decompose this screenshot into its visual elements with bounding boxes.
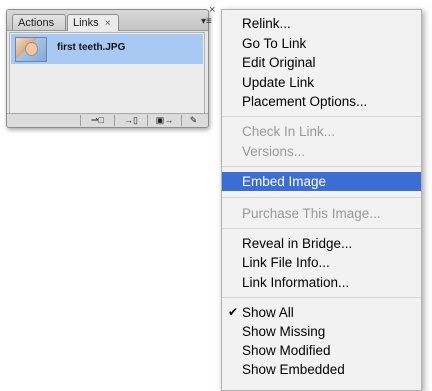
panel-tab-bar: Actions Links × [7, 10, 208, 31]
menu-item-show-missing[interactable]: Show Missing [222, 322, 421, 341]
menu-item-reveal-in-bridge[interactable]: Reveal in Bridge... [222, 234, 421, 253]
go-to-link-icon[interactable]: →▯ [114, 115, 147, 126]
menu-item-show-embedded[interactable]: Show Embedded [222, 360, 421, 379]
menu-item-relink[interactable]: Relink... [222, 14, 421, 33]
panel-footer: ⇀□ →▯ ▣→ ✎ [7, 113, 208, 127]
link-row[interactable]: first teeth.JPG [11, 34, 203, 64]
menu-separator [222, 228, 421, 229]
menu-item-check-in-link: Check In Link... [242, 124, 336, 139]
menu-separator [222, 166, 421, 167]
menu-separator [222, 116, 421, 117]
menu-item-edit-original[interactable]: Edit Original [222, 53, 421, 72]
menu-item-versions: Versions... [242, 144, 306, 159]
tab-links[interactable]: Links × [67, 14, 119, 31]
menu-item-link-file-info[interactable]: Link File Info... [222, 253, 421, 272]
menu-item-show-modified[interactable]: Show Modified [222, 341, 421, 360]
edit-original-icon[interactable]: ✎ [181, 115, 205, 126]
link-filename: first teeth.JPG [57, 42, 126, 53]
menu-item-show-all[interactable]: ✔ Show All [222, 303, 421, 322]
menu-item-update-link[interactable]: Update Link [222, 73, 421, 92]
menu-item-go-to-link[interactable]: Go To Link [222, 34, 421, 53]
update-link-icon[interactable]: ▣→ [147, 115, 181, 126]
links-panel: Actions Links × first teeth.JPG ⇀□ →▯ ▣→… [6, 9, 209, 128]
image-thumbnail [15, 37, 47, 62]
menu-item-embed-image[interactable]: Embed Image [222, 172, 421, 191]
checkmark-icon: ✔ [228, 305, 239, 319]
menu-separator [222, 297, 421, 298]
tab-actions[interactable]: Actions [12, 14, 66, 30]
links-list: first teeth.JPG [9, 32, 205, 114]
panel-menu-icon[interactable]: ▾≡ [201, 16, 212, 27]
panel-close-icon[interactable]: × [209, 4, 215, 16]
menu-item-placement-options[interactable]: Placement Options... [222, 92, 421, 111]
relink-icon[interactable]: ⇀□ [80, 115, 114, 126]
tab-links-label: Links [73, 17, 99, 29]
menu-item-purchase-image: Purchase This Image... [242, 206, 381, 221]
tab-actions-label: Actions [18, 17, 55, 29]
menu-separator [222, 197, 421, 198]
links-panel-menu: Relink... Go To Link Edit Original Updat… [221, 9, 422, 391]
tab-close-icon[interactable]: × [105, 18, 111, 29]
menu-item-link-information[interactable]: Link Information... [222, 273, 421, 292]
